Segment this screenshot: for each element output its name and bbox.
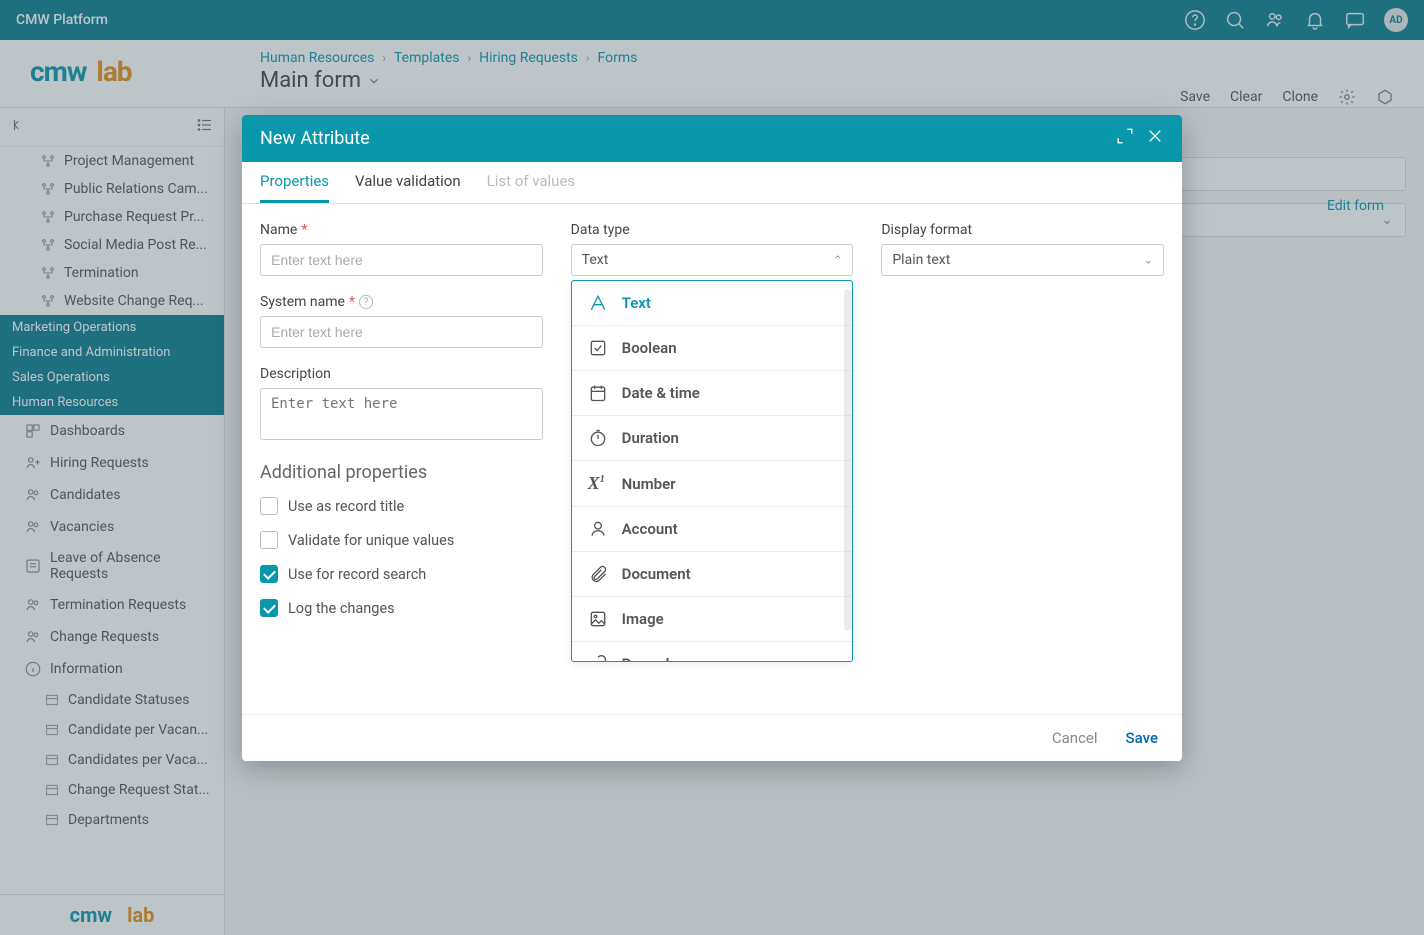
dd-item-datetime[interactable]: Date & time [572, 371, 853, 416]
tab-values: List of values [487, 172, 576, 203]
desc-input[interactable] [260, 388, 543, 440]
scrollbar[interactable] [844, 289, 851, 631]
tab-validation[interactable]: Value validation [355, 172, 461, 203]
cancel-button[interactable]: Cancel [1052, 729, 1098, 747]
dd-item-number[interactable]: X1Number [572, 461, 853, 507]
close-icon[interactable] [1146, 127, 1164, 150]
modal-title: New Attribute [260, 128, 370, 149]
new-attribute-modal: New Attribute Properties Value validatio… [242, 115, 1182, 761]
display-format-select[interactable]: Plain text⌄ [881, 244, 1164, 276]
maximize-icon[interactable] [1116, 127, 1134, 150]
col-right: Display format Plain text⌄ [881, 222, 1164, 696]
dd-item-duration[interactable]: Duration [572, 416, 853, 461]
sysname-input[interactable] [260, 316, 543, 348]
dd-item-record[interactable]: Record [572, 642, 853, 661]
name-input[interactable] [260, 244, 543, 276]
dd-item-document[interactable]: Document [572, 552, 853, 597]
dd-item-image[interactable]: Image [572, 597, 853, 642]
additional-section: Additional properties [260, 462, 543, 483]
save-button[interactable]: Save [1126, 729, 1158, 747]
dd-item-boolean[interactable]: Boolean [572, 326, 853, 371]
dd-item-text[interactable]: Text [572, 281, 853, 326]
tab-properties[interactable]: Properties [260, 172, 329, 203]
help-icon[interactable]: ? [359, 295, 373, 309]
modal-footer: Cancel Save [242, 714, 1182, 761]
col-mid: Data type Text⌃ Text Boolean Date & time… [571, 222, 854, 696]
modal-overlay: New Attribute Properties Value validatio… [0, 0, 1424, 935]
dd-item-account[interactable]: Account [572, 507, 853, 552]
display-label: Display format [881, 222, 972, 238]
chevron-up-icon: ⌃ [833, 254, 842, 267]
desc-label: Description [260, 366, 331, 382]
datatype-label: Data type [571, 222, 630, 238]
col-left: Name* System name*? Description Addition… [260, 222, 543, 696]
modal-tabs: Properties Value validation List of valu… [242, 162, 1182, 204]
check-search[interactable]: Use for record search [260, 565, 543, 583]
datatype-dropdown: Text Boolean Date & time Duration X1Numb… [571, 280, 854, 662]
check-record-title[interactable]: Use as record title [260, 497, 543, 515]
datatype-select[interactable]: Text⌃ [571, 244, 854, 276]
name-label: Name [260, 222, 297, 238]
check-log[interactable]: Log the changes [260, 599, 543, 617]
chevron-down-icon: ⌄ [1144, 254, 1153, 267]
check-unique[interactable]: Validate for unique values [260, 531, 543, 549]
modal-header: New Attribute [242, 115, 1182, 162]
sysname-label: System name [260, 294, 345, 310]
